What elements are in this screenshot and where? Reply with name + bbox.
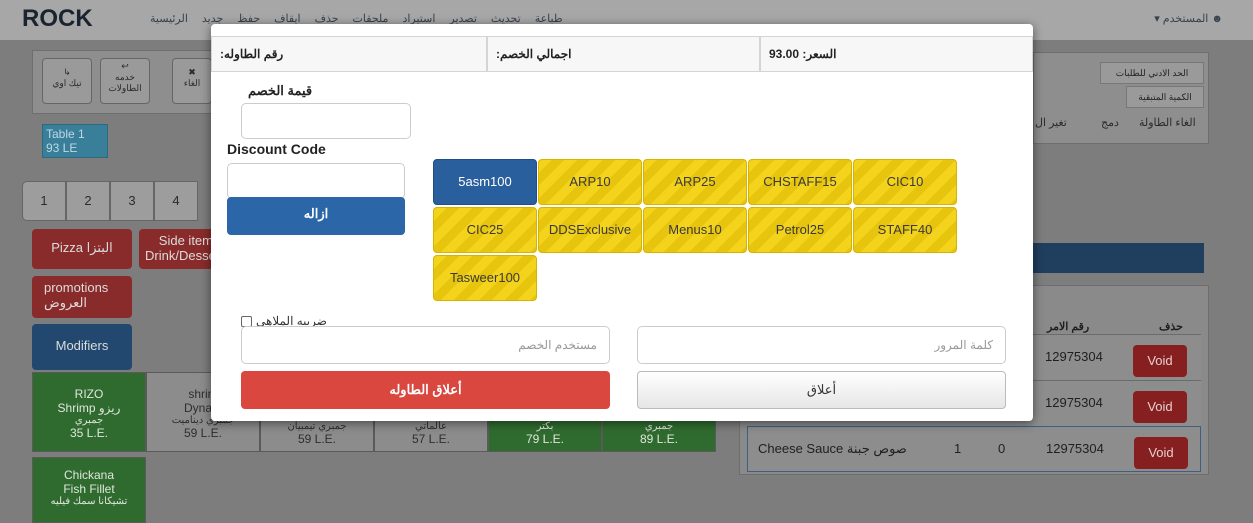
tab-2[interactable]: 2 (66, 181, 110, 221)
table-card-amount: 93 LE (46, 141, 78, 155)
discount-code-label: Discount Code (227, 141, 326, 157)
user-menu[interactable]: ▾ المستخدم ☻ (1154, 12, 1223, 25)
code-cic25[interactable]: CIC25 (433, 207, 537, 253)
code-petrol25[interactable]: Petrol25 (748, 207, 852, 253)
code-chstaff15[interactable]: CHSTAFF15 (748, 159, 852, 205)
user-label: المستخدم (1162, 13, 1209, 25)
tab-4[interactable]: 4 (154, 181, 198, 221)
header-total-discount: :اجمالي الخصم (487, 36, 760, 72)
code-arp10[interactable]: ARP10 (538, 159, 642, 205)
merge-link[interactable]: دمج (1101, 116, 1119, 129)
cancel-table-link[interactable]: الغاء الطاولة (1139, 116, 1196, 129)
category-sides[interactable]: Side item Drink/Desse (139, 229, 219, 269)
table-row: Cheese Sauce صوص جبنة 1 0 12975304 Void (747, 426, 1201, 472)
void-button[interactable]: Void (1134, 437, 1188, 469)
header-table-no: :رقم الطاوله (211, 36, 487, 72)
min-order-label: الحد الادني للطلبات (1100, 62, 1204, 84)
col-order-no: رقم الامر (1047, 321, 1090, 333)
category-promotions[interactable]: promotions العروض (32, 276, 132, 318)
code-tasweer100[interactable]: Tasweer100 (433, 255, 537, 301)
product-chickana-fish[interactable]: Chickana Fish Fillet تشيكانا سمك فيليه (32, 457, 146, 523)
checkbox-box[interactable] (241, 315, 252, 327)
table-row: 12975304 Void (1033, 334, 1201, 380)
password-input[interactable]: كلمة المرور (637, 326, 1006, 364)
brand-logo[interactable]: ROCK (22, 5, 93, 33)
void-button[interactable]: Void (1133, 391, 1187, 423)
table-row: 12975304 Void (1033, 380, 1201, 426)
change-link[interactable]: تغير ال (1035, 116, 1067, 129)
discount-modal: :رقم الطاوله :اجمالي الخصم 93.00 :السعر … (211, 24, 1033, 421)
order-item-discount: 0 (998, 441, 1006, 456)
table-card[interactable]: Table 1 93 LE (42, 124, 108, 158)
blue-header-bar (1033, 243, 1204, 273)
product-rizo-shrimp[interactable]: RIZO Shrimp ريزو جمبري 35 L.E. (32, 372, 146, 452)
col-delete: حذف (1159, 321, 1183, 333)
table-service-button[interactable]: ↩ خدمه الطاولات (100, 58, 150, 104)
remove-button[interactable]: ازاله (227, 197, 405, 235)
close-icon: ✖ (188, 67, 196, 77)
order-item-qty: 1 (954, 441, 962, 456)
takeaway-button[interactable]: ↳ تيك اوي (42, 58, 92, 104)
order-item-name: Cheese Sauce صوص جبنة (758, 441, 907, 456)
category-pizza[interactable]: Pizza البتزا (32, 229, 132, 269)
cancel-order-button[interactable]: ✖ الغاء (172, 58, 212, 104)
code-staff40[interactable]: STAFF40 (853, 207, 957, 253)
void-button[interactable]: Void (1133, 345, 1187, 377)
discount-value-label: قيمة الخصم (248, 83, 313, 98)
close-button[interactable]: أعلاق (637, 371, 1006, 409)
table-card-name: Table 1 (46, 127, 85, 141)
discount-user-input[interactable]: مستخدم الخصم (241, 326, 610, 364)
user-icon: ☻ (1211, 13, 1223, 25)
tab-1[interactable]: 1 (22, 181, 66, 221)
close-table-button[interactable]: أعلاق الطاوله (241, 371, 610, 409)
tab-3[interactable]: 3 (110, 181, 154, 221)
code-cic10[interactable]: CIC10 (853, 159, 957, 205)
code-arp25[interactable]: ARP25 (643, 159, 747, 205)
discount-value-input[interactable] (241, 103, 411, 139)
discount-code-input[interactable] (227, 163, 405, 199)
code-5asm100[interactable]: 5asm100 (433, 159, 537, 205)
takeaway-icon: ↳ (63, 67, 71, 77)
menu-home[interactable]: الرئيسية (150, 12, 188, 25)
code-menus10[interactable]: Menus10 (643, 207, 747, 253)
remaining-qty-label: الكمية المتبقية (1126, 86, 1204, 108)
code-ddsexclusive[interactable]: DDSExclusive (538, 207, 642, 253)
table-service-icon: ↩ (121, 61, 129, 71)
header-price: 93.00 :السعر (760, 36, 1033, 72)
order-item-number: 12975304 (1046, 441, 1104, 456)
category-modifiers[interactable]: Modifiers (32, 324, 132, 370)
